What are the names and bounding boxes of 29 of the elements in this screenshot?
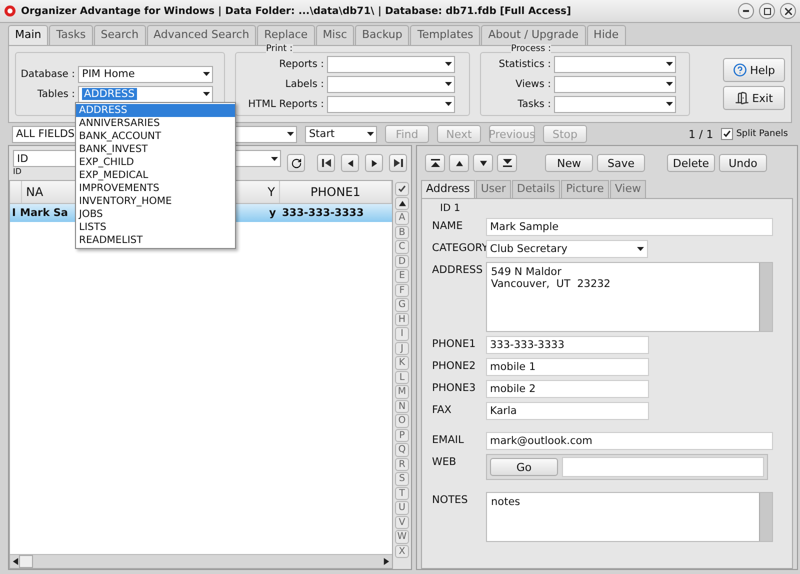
field-label: Tables : [36,88,75,100]
row-marker: I [11,207,17,219]
field-label: PHONE1 [432,337,477,350]
checkbox-label: Split Panels [736,129,788,139]
table-cell: Mark Sa [20,207,68,219]
field-label: WEB [432,455,458,468]
field-label: HTML Reports : [247,98,324,110]
field-label: PHONE3 [432,381,477,394]
field-label: Statistics : [498,58,551,70]
record-count: 1 / 1 [688,128,714,140]
field-label: CATEGORY [432,241,486,254]
field-label: Reports : [278,58,324,70]
field-label: Tasks : [516,98,551,110]
group-title: Print : [266,44,293,54]
field-label: ADDRESS [432,263,484,276]
field-label: NOTES [432,493,469,506]
record-id: ID 1 [439,203,462,214]
table-cell: y [269,207,276,219]
field-label: Views : [514,78,551,90]
field-label: EMAIL [432,433,465,446]
window-title: Organizer Advantage for Windows | Data Folder: ...\data\db71\ | Database: db71.fdb [Full Access] [21,6,572,16]
sort-hint: ID [13,167,22,176]
group-title: Process : [511,44,552,54]
field-label: NAME [432,219,464,232]
field-label: PHONE2 [432,359,477,372]
table-cell: 333-333-3333 [282,207,364,219]
field-label: Labels : [284,78,324,90]
field-label: Database : [20,68,75,80]
field-label: FAX [432,403,452,416]
